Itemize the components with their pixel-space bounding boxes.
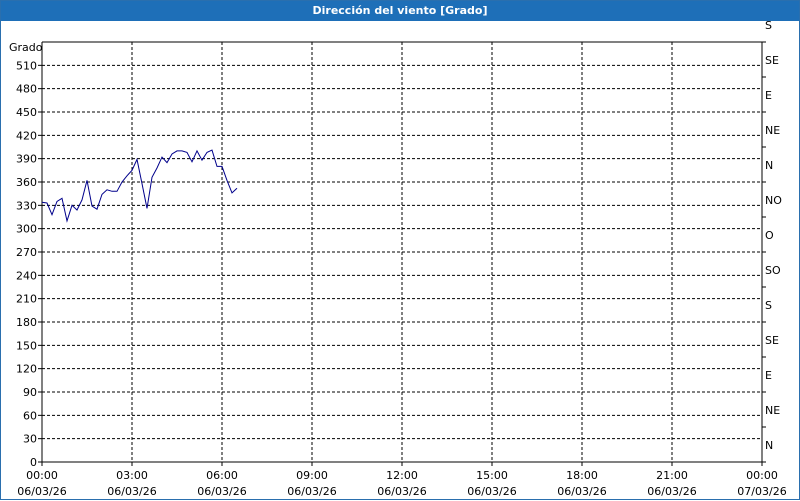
y-tick-label: 390 [16,153,37,166]
compass-label: NO [765,194,782,207]
x-tick-time: 21:00 [656,469,688,482]
x-tick-time: 00:00 [26,469,58,482]
y-tick-label: 180 [16,316,37,329]
x-tick-date: 06/03/26 [107,485,156,498]
x-tick-time: 03:00 [116,469,148,482]
x-tick-date: 06/03/26 [377,485,426,498]
x-tick-date: 06/03/26 [557,485,606,498]
x-tick-date: 06/03/26 [287,485,336,498]
x-tick-time: 09:00 [296,469,328,482]
y-tick-label: 270 [16,246,37,259]
x-tick-time: 00:00 [746,469,778,482]
y-tick-label: 240 [16,269,37,282]
y-tick-label: 480 [16,83,37,96]
compass-label: N [765,159,773,172]
compass-label: SE [765,54,779,67]
x-tick-time: 15:00 [476,469,508,482]
compass-label: N [765,439,773,452]
y-tick-label: 0 [30,456,37,469]
x-tick-time: 06:00 [206,469,238,482]
x-tick-date: 06/03/26 [197,485,246,498]
y-tick-label: 30 [23,433,37,446]
compass-label: S [765,19,772,32]
chart-window: Dirección del viento [Grado] 0 30 60 90 120 1… [0,0,800,500]
compass-label: S [765,299,772,312]
x-tick-time: 18:00 [566,469,598,482]
x-tick-date: 06/03/26 [467,485,516,498]
compass-label: SE [765,334,779,347]
y-axis-title: Grado [9,41,43,54]
y-tick-label: 510 [16,59,37,72]
compass-label: O [765,229,774,242]
x-tick-date: 06/03/26 [17,485,66,498]
y-tick-label: 300 [16,223,37,236]
compass-label: NE [765,124,780,137]
x-tick-time: 12:00 [386,469,418,482]
x-tick-date: 07/03/26 [737,485,786,498]
y-tick-label: 360 [16,176,37,189]
compass-label: NE [765,404,780,417]
y-tick-label: 150 [16,339,37,352]
wind-direction-chart: 0 30 60 90 120 150 180 210 240 270 300 330 360 390 420… [9,19,787,498]
y-tick-label: 210 [16,293,37,306]
y-tick-label: 90 [23,386,37,399]
y-tick-label: 330 [16,199,37,212]
y-tick-label: 420 [16,129,37,142]
compass-label: E [765,89,772,102]
y-tick-label: 450 [16,106,37,119]
x-tick-date: 06/03/26 [647,485,696,498]
y-tick-label: 60 [23,409,37,422]
series-line [41,149,238,223]
y-tick-label: 120 [16,363,37,376]
compass-label: E [765,369,772,382]
compass-label: SO [765,264,781,277]
